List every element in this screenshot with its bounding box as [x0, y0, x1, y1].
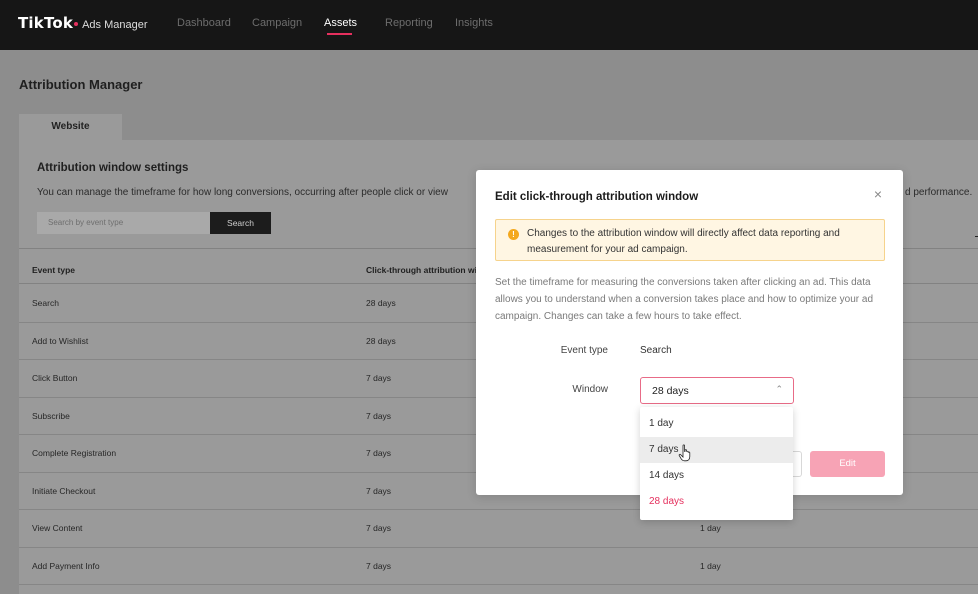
nav-campaign[interactable]: Campaign — [252, 17, 302, 29]
chevron-up-icon: ⌃ — [775, 384, 783, 394]
search-button[interactable]: Search — [210, 212, 271, 234]
table-cell-view-window: 1 day — [700, 560, 721, 571]
section-description: You can manage the timeframe for how lon… — [37, 187, 448, 198]
row-divider — [19, 546, 978, 548]
top-nav: TikTok Ads Manager Dashboard Campaign As… — [0, 0, 978, 50]
brand-name: TikTok — [18, 14, 74, 32]
table-cell-event: Search — [32, 298, 59, 308]
nav-assets[interactable]: Assets — [324, 17, 357, 29]
nav-active-indicator — [327, 33, 352, 35]
alert-text: Changes to the attribution window will d… — [527, 228, 840, 255]
table-cell-click-window: 7 days — [366, 485, 392, 496]
table-cell-event: Add Payment Info — [32, 560, 100, 571]
warning-icon: ! — [508, 229, 519, 240]
table-cell-event: Initiate Checkout — [32, 485, 96, 496]
table-cell-event: Add to Wishlist — [32, 335, 89, 346]
window-select-value: 28 days — [652, 385, 689, 397]
tiktok-logo[interactable]: TikTok Ads Manager — [18, 14, 148, 32]
table-cell-click-window: 7 days — [366, 560, 392, 571]
table-cell-event: Click Button — [32, 373, 78, 383]
modal-description: Set the timeframe for measuring the conv… — [495, 277, 874, 322]
table-cell-click-window: 7 days — [366, 448, 392, 458]
window-dropdown: 1 day 7 days 14 days 28 days — [640, 407, 793, 520]
logo-dot-icon — [74, 22, 79, 26]
edit-button[interactable]: Edit — [810, 451, 885, 477]
window-label: Window — [572, 384, 608, 395]
table-cell-click-window: 7 days — [366, 410, 392, 421]
event-type-value: Search — [640, 345, 672, 356]
nav-reporting[interactable]: Reporting — [385, 17, 433, 29]
section-title: Attribution window settings — [37, 162, 189, 174]
row-divider — [19, 584, 978, 585]
option-1-day[interactable]: 1 day — [640, 411, 793, 437]
tab-website[interactable]: Website — [19, 114, 122, 140]
row-divider — [19, 509, 978, 510]
column-header-click-through: Click-through attribution wi — [366, 265, 477, 275]
brand-sub: Ads Manager — [82, 19, 148, 31]
nav-dashboard[interactable]: Dashboard — [177, 17, 231, 29]
window-select[interactable]: 28 days ⌃ — [640, 377, 794, 404]
search-input[interactable]: Search by event type — [37, 212, 210, 234]
table-cell-click-window: 28 days — [366, 335, 396, 346]
table-cell-event: Subscribe — [32, 410, 70, 421]
column-header-event-type: Event type — [32, 265, 75, 275]
table-cell-click-window: 28 days — [366, 298, 396, 308]
warning-alert: ! Changes to the attribution window will… — [495, 219, 885, 261]
option-7-days[interactable]: 7 days — [640, 437, 793, 463]
table-cell-view-window: 1 day — [700, 523, 721, 533]
section-description-tail: d performance. — [905, 187, 973, 198]
nav-insights[interactable]: Insights — [455, 17, 493, 29]
table-cell-event: View Content — [32, 523, 83, 533]
event-type-label: Event type — [560, 345, 608, 356]
option-14-days[interactable]: 14 days — [640, 463, 793, 489]
table-cell-click-window: 7 days — [366, 523, 392, 533]
close-icon[interactable]: × — [870, 186, 886, 202]
page-title: Attribution Manager — [19, 77, 143, 92]
modal-title: Edit click-through attribution window — [495, 191, 699, 203]
table-cell-click-window: 7 days — [366, 373, 392, 383]
table-cell-event: Complete Registration — [32, 448, 117, 458]
hand-cursor-icon — [678, 444, 691, 462]
option-28-days[interactable]: 28 days — [640, 489, 793, 515]
